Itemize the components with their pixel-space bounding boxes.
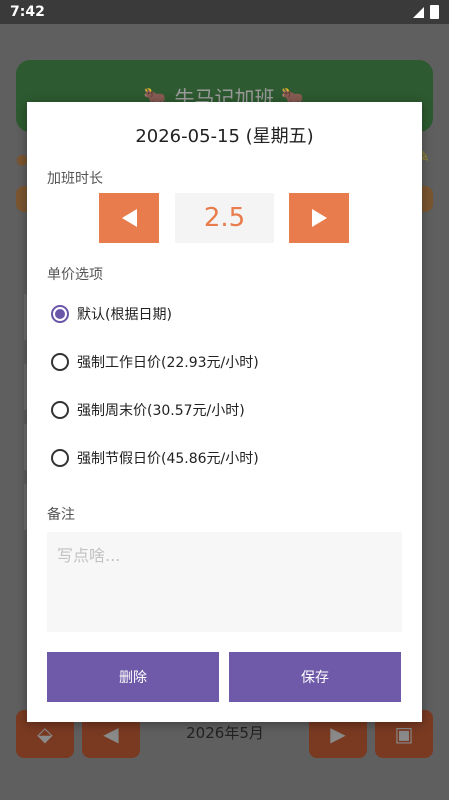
battery-icon bbox=[430, 5, 439, 19]
dialog-title: 2026-05-15 (星期五) bbox=[135, 126, 314, 147]
arrow-left-icon bbox=[121, 209, 137, 227]
radio-unchecked-icon[interactable] bbox=[51, 401, 69, 419]
radio-checked-icon[interactable] bbox=[51, 305, 69, 323]
decrease-hours-button[interactable] bbox=[99, 193, 159, 243]
radio-unchecked-icon[interactable] bbox=[51, 449, 69, 467]
increase-hours-button[interactable] bbox=[289, 193, 349, 243]
hours-label: 加班时长 bbox=[47, 171, 103, 187]
note-input[interactable] bbox=[47, 532, 402, 632]
hours-value: 2.5 bbox=[175, 193, 274, 243]
signal-icon bbox=[413, 6, 424, 18]
rate-option-workday[interactable]: 强制工作日价(22.93元/小时) bbox=[51, 348, 259, 376]
next-icon: ▶ bbox=[330, 722, 346, 746]
status-time: 7:42 bbox=[10, 4, 45, 20]
arrow-right-icon bbox=[311, 209, 327, 227]
rate-option-label: 强制周末价(30.57元/小时) bbox=[77, 403, 245, 419]
floppy-disk-icon: ▣ bbox=[394, 722, 414, 746]
overtime-dialog: 2026-05-15 (星期五) 加班时长 2.5 单价选项 默认(根据日期) … bbox=[27, 102, 422, 722]
month-label: 2026年5月 bbox=[186, 724, 264, 742]
prev-icon: ◀ bbox=[103, 722, 119, 746]
rate-option-weekend[interactable]: 强制周末价(30.57元/小时) bbox=[51, 396, 245, 424]
status-bar: 7:42 bbox=[0, 0, 449, 24]
delete-button[interactable]: 删除 bbox=[47, 652, 219, 702]
note-label: 备注 bbox=[47, 507, 75, 523]
status-icons bbox=[413, 5, 439, 19]
bg-indicator: ● bbox=[16, 152, 29, 168]
save-button[interactable]: 保存 bbox=[229, 652, 401, 702]
radio-unchecked-icon[interactable] bbox=[51, 353, 69, 371]
rate-option-label: 强制节假日价(45.86元/小时) bbox=[77, 451, 259, 467]
rate-option-label: 默认(根据日期) bbox=[77, 307, 172, 323]
rate-option-default[interactable]: 默认(根据日期) bbox=[51, 300, 172, 328]
rate-option-label: 强制工作日价(22.93元/小时) bbox=[77, 355, 259, 371]
rate-option-holiday[interactable]: 强制节假日价(45.86元/小时) bbox=[51, 444, 259, 472]
tag-icon: ⬙ bbox=[37, 722, 53, 746]
rate-label: 单价选项 bbox=[47, 267, 103, 283]
